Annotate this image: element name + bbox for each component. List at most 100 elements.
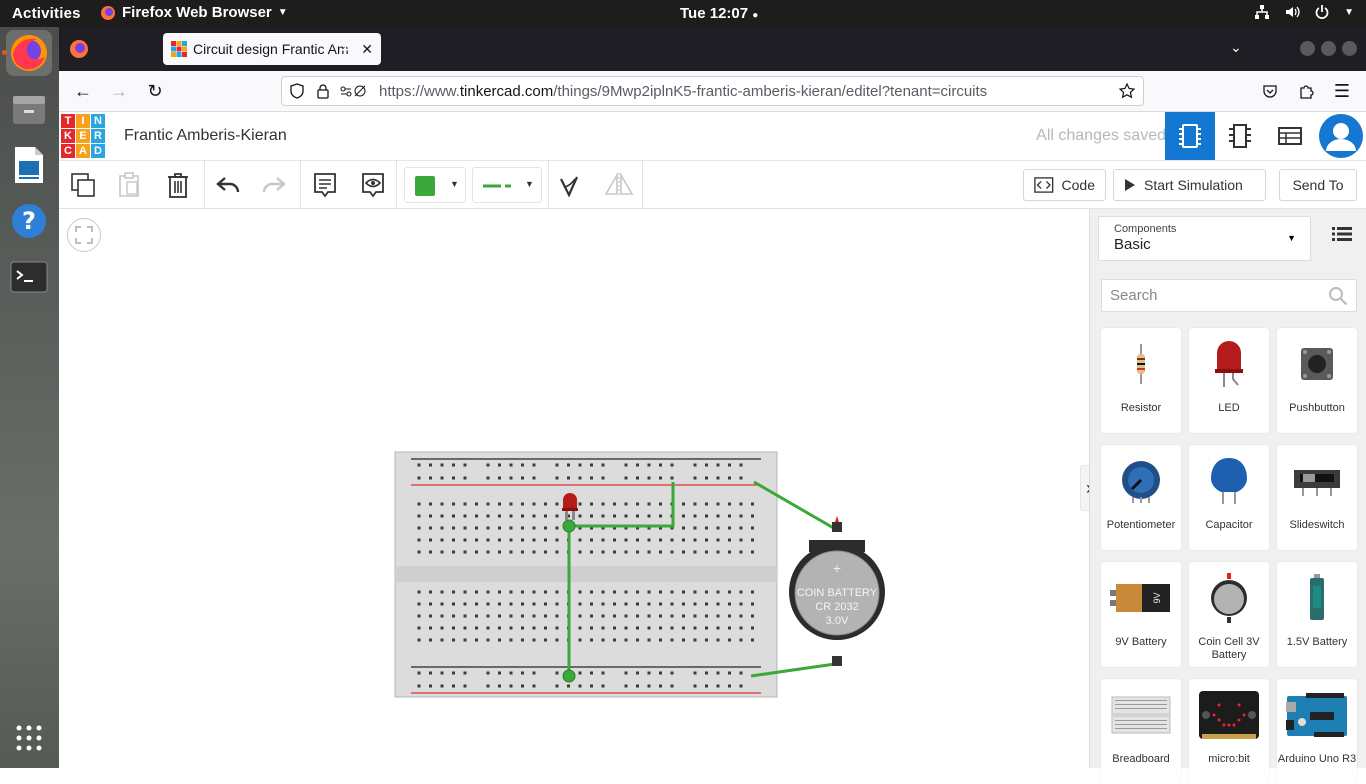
navigation-bar: ← → ↻ https://www.tinkercad.com/things/9… [59,71,1366,112]
extensions-button[interactable] [1294,79,1318,103]
notification-dot-icon: ● [752,10,759,21]
coin-cell-battery-icon [1211,573,1247,623]
wire-endpoint[interactable] [562,669,576,683]
design-title[interactable]: Frantic Amberis-Kieran [124,127,287,145]
wire-style-icon [483,184,511,188]
send-to-button[interactable]: Send To [1279,169,1357,201]
back-button[interactable]: ← [71,79,95,103]
clock[interactable]: Tue 12:07 ● [680,5,758,22]
user-avatar[interactable] [1316,112,1366,160]
redo-button[interactable] [258,169,290,201]
system-tray[interactable]: ▼ [1254,4,1354,20]
flip-button[interactable] [603,169,635,201]
component-slideswitch[interactable]: Slideswitch [1277,445,1357,550]
dock-firefox[interactable] [2,30,52,76]
app-menu[interactable]: Firefox Web Browser ▼ [100,4,288,21]
wire-color-dropdown[interactable]: ▼ [404,167,466,203]
notes-button[interactable] [309,169,341,201]
component-pushbutton[interactable]: Pushbutton [1277,328,1357,433]
system-top-bar: Activities Firefox Web Browser ▼ Tue 12:… [0,0,1366,27]
component-resistor[interactable]: Resistor [1101,328,1181,433]
component-led[interactable]: LED [1189,328,1269,433]
component-label: Slideswitch [1289,519,1345,531]
close-window-button[interactable] [1342,41,1357,56]
url-bar[interactable]: https://www.tinkercad.com/things/9Mwp2ip… [281,76,1144,106]
component-microbit[interactable]: micro:bit [1189,679,1269,784]
tinkercad-logo[interactable]: T I N K E R C A D [61,114,105,158]
activities-button[interactable]: Activities [12,5,81,22]
code-icon [1034,177,1054,193]
show-apps-button[interactable] [6,715,52,761]
rotate-button[interactable] [553,169,585,201]
toolbar-separator [642,161,643,209]
new-tab-button[interactable]: + [339,37,352,63]
slideswitch-icon [1294,470,1340,496]
coin-battery-component[interactable]: + COIN BATTERY CR 2032 3.0V [789,516,885,666]
dock-files[interactable] [6,86,52,132]
schematic-view-button[interactable] [1215,112,1265,160]
wire-endpoint[interactable] [562,519,576,533]
svg-text:9V: 9V [1152,592,1162,603]
svg-text:+: + [833,560,841,576]
copy-button[interactable] [67,169,99,201]
star-icon[interactable] [1119,83,1135,99]
wire-style-dropdown[interactable]: ▼ [472,167,542,203]
code-button[interactable]: Code [1023,169,1106,201]
paste-button[interactable] [113,169,145,201]
undo-button[interactable] [212,169,244,201]
list-view-button[interactable] [1332,226,1352,247]
component-list-view-button[interactable] [1265,112,1315,160]
zoom-to-fit-button[interactable] [67,218,101,252]
dock-libreoffice-writer[interactable] [6,142,52,188]
component-arduino-uno[interactable]: Arduino Uno R3 [1277,679,1357,784]
led-icon [1215,341,1243,387]
component-label: Pushbutton [1289,402,1345,414]
dock-terminal[interactable] [6,254,52,300]
list-all-tabs-button[interactable]: ⌄ [1230,39,1242,56]
search-input[interactable]: Search [1101,279,1357,312]
minimize-button[interactable] [1300,41,1315,56]
circuit-canvas[interactable]: + COIN BATTERY CR 2032 3.0V [59,209,1089,768]
component-coin-cell-battery[interactable]: Coin Cell 3V Battery [1189,562,1269,667]
breadboard[interactable] [394,451,778,698]
search-placeholder: Search [1110,287,1158,304]
battery-label-line2: CR 2032 [815,601,858,613]
component-capacitor[interactable]: Capacitor [1189,445,1269,550]
delete-button[interactable] [162,169,194,201]
app-menu-button[interactable]: ☰ [1330,79,1354,103]
component-breadboard[interactable]: Breadboard [1101,679,1181,784]
maximize-button[interactable] [1321,41,1336,56]
circuit-diagram: + COIN BATTERY CR 2032 3.0V [394,451,885,698]
components-dropdown[interactable]: Components Basic ▼ [1098,216,1311,261]
capacitor-icon [1211,458,1247,504]
component-1-5v-battery[interactable]: 1.5V Battery [1277,562,1357,667]
dock-help[interactable]: ? [6,198,52,244]
app-grid-icon [16,725,42,751]
pocket-button[interactable] [1258,79,1282,103]
firefox-view-button[interactable] [69,39,89,64]
reload-button[interactable]: ↻ [143,79,167,103]
lock-icon [317,84,329,99]
close-tab-icon[interactable]: ✕ [361,41,373,58]
arduino-icon [1286,693,1347,737]
color-swatch [415,176,435,196]
component-label: Arduino Uno R3 [1277,753,1357,765]
circuit-view-button[interactable] [1165,112,1215,160]
caret-down-icon: ▼ [450,179,459,189]
start-simulation-label: Start Simulation [1144,177,1243,193]
component-label: 9V Battery [1115,636,1167,648]
paste-icon [119,172,139,197]
rotate-icon [560,176,579,197]
dock: ? [0,27,59,768]
start-simulation-button[interactable]: Start Simulation [1113,169,1266,201]
component-potentiometer[interactable]: Potentiometer [1101,445,1181,550]
forward-button[interactable]: → [107,79,131,103]
potentiometer-icon [1122,461,1160,503]
shield-icon [290,83,304,99]
component-9v-battery[interactable]: 9V 9V Battery [1101,562,1181,667]
firefox-icon [70,40,88,58]
breadboard-icon [1111,696,1171,734]
play-icon [1125,179,1135,191]
reload-icon: ↻ [147,80,163,101]
notes-visibility-button[interactable] [357,169,389,201]
